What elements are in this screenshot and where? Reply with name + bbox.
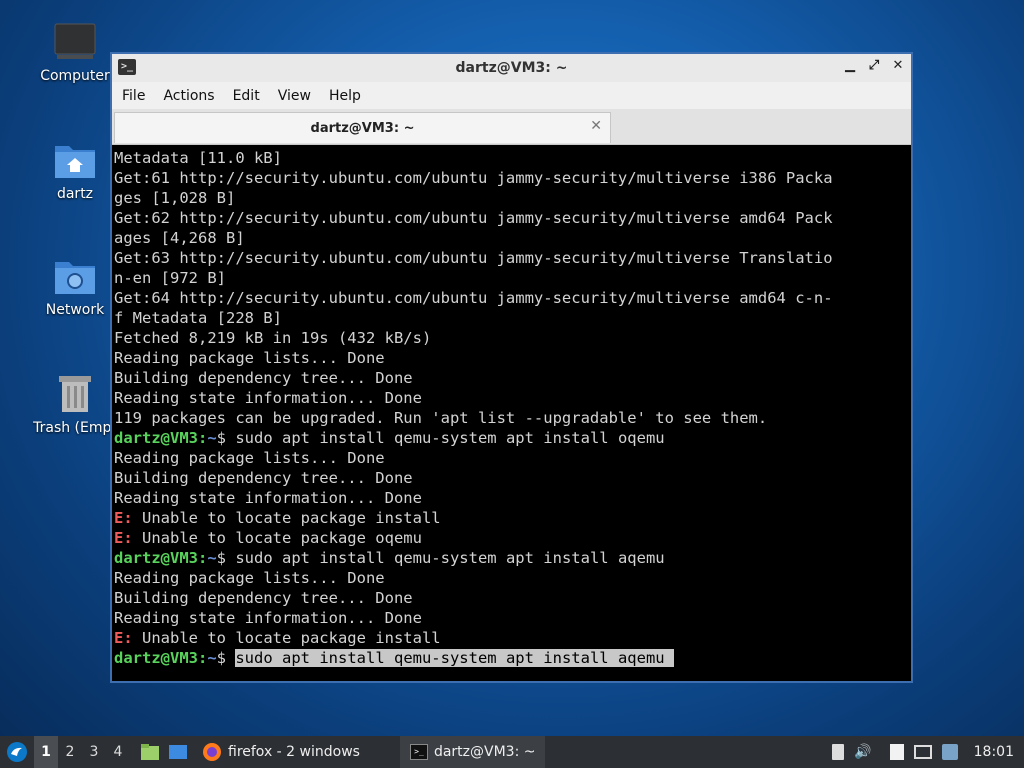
terminal-line: Building dependency tree... Done [114, 589, 413, 607]
taskbar-terminal[interactable]: >_ dartz@VM3: ~ [399, 736, 546, 768]
desktop-icon [169, 745, 187, 759]
window-controls: ▁ ⤢ ✕ [843, 58, 905, 73]
close-button[interactable]: ✕ [891, 58, 905, 73]
home-folder-icon [55, 146, 95, 178]
menu-actions[interactable]: Actions [163, 88, 214, 104]
terminal-line: n-en [972 B] [114, 269, 226, 287]
prompt-path: ~ [207, 429, 217, 447]
network-status-icon[interactable] [913, 745, 932, 759]
terminal-line: Get:64 http://security.ubuntu.com/ubuntu… [114, 289, 833, 307]
volume-icon[interactable]: 🔊 [854, 744, 871, 760]
error-prefix: E: [114, 509, 133, 527]
terminal-line: Reading state information... Done [114, 489, 422, 507]
error-message: Unable to locate package install [132, 509, 441, 527]
minimize-button[interactable]: ▁ [843, 58, 857, 73]
workspace-4[interactable]: 4 [106, 744, 130, 760]
workspace-3[interactable]: 3 [82, 744, 106, 760]
terminal-output[interactable]: Metadata [11.0 kB] Get:61 http://securit… [114, 146, 909, 679]
menu-file[interactable]: File [122, 88, 145, 104]
terminal-line: Get:62 http://security.ubuntu.com/ubuntu… [114, 209, 833, 227]
tab-strip: dartz@VM3: ~ ✕ [112, 109, 911, 145]
prompt-user: dartz@VM3: [114, 649, 208, 667]
terminal-line: Reading state information... Done [114, 609, 422, 627]
terminal-line: ges [1,028 B] [114, 189, 236, 207]
terminal-line: Reading package lists... Done [114, 569, 385, 587]
notes-icon[interactable] [889, 744, 904, 760]
error-prefix: E: [114, 529, 133, 547]
menubar: File Actions Edit View Help [112, 82, 911, 109]
error-message: Unable to locate package oqemu [132, 529, 422, 547]
terminal-line: Get:61 http://security.ubuntu.com/ubuntu… [114, 169, 833, 187]
terminal-line: Metadata [11.0 kB] [114, 149, 282, 167]
taskbar: 1 2 3 4 firefox - 2 windows >_ dartz@VM3… [0, 736, 1024, 768]
terminal-line: Get:63 http://security.ubuntu.com/ubuntu… [114, 249, 833, 267]
terminal-tab[interactable]: dartz@VM3: ~ ✕ [114, 112, 611, 143]
lubuntu-logo-icon [7, 742, 27, 762]
clipboard-icon[interactable] [832, 744, 845, 760]
terminal-app-icon: >_ [118, 59, 136, 75]
error-prefix: E: [114, 629, 133, 647]
prompt-user: dartz@VM3: [114, 429, 208, 447]
prompt-symbol: $ [216, 429, 236, 447]
update-notifier-icon[interactable] [941, 744, 958, 760]
terminal-line: ages [4,268 B] [114, 229, 245, 247]
selected-command-text[interactable]: sudo apt install qemu-system apt install… [235, 649, 674, 667]
terminal-window: >_ dartz@VM3: ~ ▁ ⤢ ✕ File Actions Edit … [110, 52, 913, 683]
prompt-path: ~ [207, 549, 217, 567]
command-text: sudo apt install qemu-system apt install… [235, 429, 665, 447]
window-titlebar[interactable]: >_ dartz@VM3: ~ ▁ ⤢ ✕ [112, 54, 911, 82]
taskbar-firefox[interactable]: firefox - 2 windows [192, 736, 370, 768]
terminal-task-icon: >_ [409, 744, 428, 760]
error-message: Unable to locate package install [132, 629, 441, 647]
file-manager-launcher[interactable] [136, 736, 164, 768]
start-menu-button[interactable] [0, 736, 34, 768]
terminal-line: 119 packages can be upgraded. Run 'apt l… [114, 409, 768, 427]
terminal-line: Building dependency tree... Done [114, 369, 413, 387]
terminal-line: Fetched 8,219 kB in 19s (432 kB/s) [114, 329, 432, 347]
prompt-symbol: $ [216, 549, 236, 567]
monitor-icon [54, 23, 96, 59]
command-text: sudo apt install qemu-system apt install… [235, 549, 665, 567]
menu-help[interactable]: Help [329, 88, 361, 104]
trash-icon [59, 376, 91, 412]
task-label: dartz@VM3: ~ [433, 744, 536, 760]
prompt-user: dartz@VM3: [114, 549, 208, 567]
system-tray: 🔊 18:01 [832, 744, 1024, 760]
terminal-line: Building dependency tree... Done [114, 469, 413, 487]
terminal-line: Reading package lists... Done [114, 449, 385, 467]
firefox-icon [203, 743, 221, 761]
network-folder-icon [55, 262, 95, 294]
terminal-line: f Metadata [228 B] [114, 309, 282, 327]
file-manager-icon [141, 744, 159, 760]
window-title: dartz@VM3: ~ [455, 60, 568, 76]
tab-label: dartz@VM3: ~ [310, 120, 415, 136]
menu-edit[interactable]: Edit [233, 88, 260, 104]
maximize-button[interactable]: ⤢ [867, 58, 881, 73]
prompt-symbol: $ [216, 649, 236, 667]
clock[interactable]: 18:01 [974, 744, 1014, 760]
menu-view[interactable]: View [278, 88, 311, 104]
terminal-line: Reading state information... Done [114, 389, 422, 407]
prompt-path: ~ [207, 649, 217, 667]
workspace-2[interactable]: 2 [58, 744, 82, 760]
workspace-1[interactable]: 1 [34, 736, 58, 768]
tab-close-icon[interactable]: ✕ [590, 118, 602, 134]
task-label: firefox - 2 windows [228, 744, 360, 760]
show-desktop-button[interactable] [164, 736, 192, 768]
terminal-line: Reading package lists... Done [114, 349, 385, 367]
